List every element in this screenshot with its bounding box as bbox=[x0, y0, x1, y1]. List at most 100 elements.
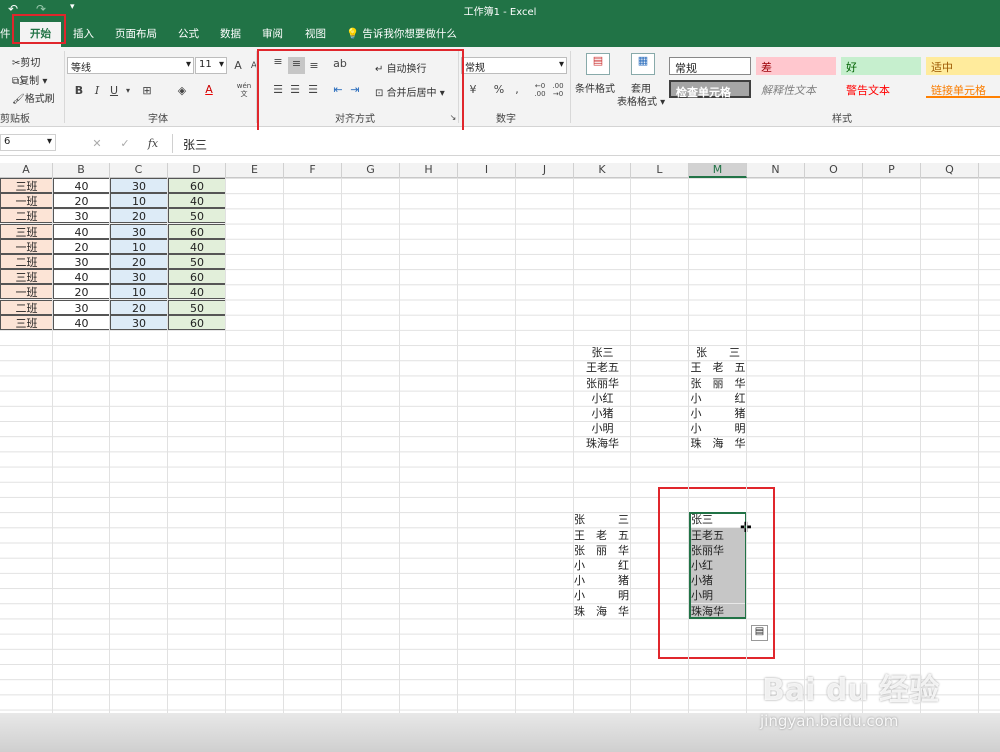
font-name-select[interactable]: 等线 ▾ bbox=[67, 57, 194, 74]
table-cell[interactable]: 一班 bbox=[0, 238, 53, 254]
table-cell[interactable]: 40 bbox=[53, 223, 110, 239]
name-cell-m-distributed[interactable]: 张 丽 华 bbox=[689, 376, 747, 391]
table-cell[interactable]: 30 bbox=[110, 223, 168, 239]
tell-me-box[interactable]: 💡 告诉我你想要做什么 bbox=[346, 26, 457, 41]
fill-color-icon[interactable]: ◈ bbox=[175, 84, 189, 98]
table-cell[interactable]: 60 bbox=[168, 178, 226, 193]
column-header-N[interactable]: N bbox=[747, 163, 805, 178]
table-cell[interactable]: 三班 bbox=[0, 178, 53, 193]
style-warning[interactable]: 警告文本 bbox=[841, 80, 921, 98]
column-header-E[interactable]: E bbox=[226, 163, 284, 178]
underline-button[interactable]: U bbox=[107, 84, 121, 98]
table-cell[interactable]: 60 bbox=[168, 269, 226, 285]
conditional-format-button[interactable]: 条件格式 bbox=[575, 80, 615, 95]
phonetic-icon[interactable]: wén 文 bbox=[236, 82, 252, 98]
font-size-select[interactable]: 11 ▾ bbox=[195, 57, 227, 74]
decrease-decimal-icon[interactable]: .00 →0 bbox=[550, 82, 566, 98]
table-cell[interactable]: 50 bbox=[168, 254, 226, 269]
table-cell[interactable]: 40 bbox=[53, 178, 110, 193]
table-cell[interactable]: 20 bbox=[110, 208, 168, 224]
name-cell-k[interactable]: 王老五 bbox=[574, 360, 631, 375]
table-cell[interactable]: 二班 bbox=[0, 254, 53, 269]
table-cell[interactable]: 一班 bbox=[0, 284, 53, 300]
style-check-cell[interactable]: 检查单元格 bbox=[669, 80, 751, 99]
name-cell-k[interactable]: 珠海华 bbox=[574, 436, 631, 451]
style-bad[interactable]: 差 bbox=[756, 57, 836, 75]
increase-decimal-icon[interactable]: ←0 .00 bbox=[532, 82, 548, 98]
grow-font-icon[interactable]: A bbox=[231, 59, 245, 73]
cut-button[interactable]: ✂剪切 bbox=[12, 54, 40, 69]
table-cell[interactable]: 二班 bbox=[0, 299, 53, 315]
column-header-F[interactable]: F bbox=[284, 163, 342, 178]
column-header-P[interactable]: P bbox=[863, 163, 921, 178]
underline-dropdown-icon[interactable]: ▾ bbox=[121, 84, 135, 98]
table-cell[interactable]: 60 bbox=[168, 223, 226, 239]
column-header-A[interactable]: A bbox=[0, 163, 53, 178]
name-cell-k-distributed[interactable]: 王 老 五 bbox=[574, 528, 631, 543]
table-cell[interactable]: 30 bbox=[53, 299, 110, 315]
table-cell[interactable]: 三班 bbox=[0, 223, 53, 239]
column-header-L[interactable]: L bbox=[631, 163, 689, 178]
table-cell[interactable]: 30 bbox=[53, 254, 110, 269]
table-cell[interactable]: 30 bbox=[110, 314, 168, 330]
tab-page-layout[interactable]: 页面布局 bbox=[115, 26, 157, 41]
table-cell[interactable]: 20 bbox=[53, 238, 110, 254]
borders-icon[interactable]: ⊞ bbox=[140, 84, 154, 98]
name-cell-m-distributed[interactable]: 王 老 五 bbox=[689, 360, 747, 375]
name-cell-m-distributed[interactable]: 小 红 bbox=[689, 391, 747, 406]
table-cell[interactable]: 二班 bbox=[0, 208, 53, 224]
column-header-J[interactable]: J bbox=[516, 163, 574, 178]
table-cell[interactable]: 一班 bbox=[0, 193, 53, 209]
copy-button[interactable]: ⧉复制 ▾ bbox=[12, 72, 47, 87]
table-cell[interactable]: 三班 bbox=[0, 269, 53, 285]
font-color-button[interactable]: A bbox=[202, 83, 216, 97]
table-cell[interactable]: 20 bbox=[53, 193, 110, 209]
table-cell[interactable]: 40 bbox=[168, 284, 226, 300]
format-painter-button[interactable]: 🖌格式刷 bbox=[12, 90, 55, 105]
name-cell-k-distributed[interactable]: 小 明 bbox=[574, 588, 631, 603]
style-normal[interactable]: 常规 bbox=[669, 57, 751, 75]
tab-insert[interactable]: 插入 bbox=[73, 26, 94, 41]
name-cell-k-distributed[interactable]: 张 三 bbox=[574, 512, 631, 527]
format-table-button[interactable]: 表格格式 ▾ bbox=[617, 93, 665, 108]
table-cell[interactable]: 20 bbox=[110, 299, 168, 315]
conditional-format-icon[interactable]: ▤ bbox=[586, 53, 610, 75]
number-format-select[interactable]: 常规 ▾ bbox=[461, 57, 567, 74]
table-cell[interactable]: 30 bbox=[110, 269, 168, 285]
insert-function-icon[interactable]: fx bbox=[146, 137, 160, 151]
name-cell-k-distributed[interactable]: 小 猪 bbox=[574, 573, 631, 588]
table-cell[interactable]: 60 bbox=[168, 314, 226, 330]
tab-view[interactable]: 视图 bbox=[305, 26, 326, 41]
enter-icon[interactable]: ✓ bbox=[118, 137, 132, 151]
name-cell-k-distributed[interactable]: 张 丽 华 bbox=[574, 543, 631, 558]
bold-button[interactable]: B bbox=[72, 84, 86, 98]
name-cell-m-distributed[interactable]: 张 三 bbox=[689, 345, 747, 360]
table-cell[interactable]: 30 bbox=[110, 178, 168, 193]
tab-data[interactable]: 数据 bbox=[220, 26, 241, 41]
column-header-D[interactable]: D bbox=[168, 163, 226, 178]
cancel-icon[interactable]: ✕ bbox=[90, 137, 104, 151]
table-cell[interactable]: 50 bbox=[168, 299, 226, 315]
tab-review[interactable]: 审阅 bbox=[262, 26, 283, 41]
table-cell[interactable]: 30 bbox=[53, 208, 110, 224]
table-cell[interactable]: 40 bbox=[168, 193, 226, 209]
column-header-Q[interactable]: Q bbox=[921, 163, 979, 178]
percent-button[interactable]: % bbox=[492, 83, 506, 97]
comma-button[interactable]: , bbox=[510, 83, 524, 97]
style-linked-cell[interactable]: 链接单元格 bbox=[926, 80, 1000, 98]
column-header-M[interactable]: M bbox=[689, 163, 747, 178]
name-cell-k-distributed[interactable]: 小 红 bbox=[574, 558, 631, 573]
tab-formulas[interactable]: 公式 bbox=[178, 26, 199, 41]
name-cell-m-distributed[interactable]: 小 明 bbox=[689, 421, 747, 436]
table-cell[interactable]: 40 bbox=[53, 269, 110, 285]
column-header-B[interactable]: B bbox=[53, 163, 110, 178]
name-cell-k[interactable]: 小红 bbox=[574, 391, 631, 406]
style-explanatory[interactable]: 解释性文本 bbox=[756, 80, 836, 98]
table-cell[interactable]: 50 bbox=[168, 208, 226, 224]
name-cell-m-distributed[interactable]: 小 猪 bbox=[689, 406, 747, 421]
table-cell[interactable]: 20 bbox=[110, 254, 168, 269]
name-cell-k[interactable]: 小明 bbox=[574, 421, 631, 436]
name-cell-k[interactable]: 小猪 bbox=[574, 406, 631, 421]
name-box[interactable]: 6 ▾ bbox=[0, 134, 56, 151]
currency-icon[interactable]: ¥ bbox=[466, 83, 480, 97]
